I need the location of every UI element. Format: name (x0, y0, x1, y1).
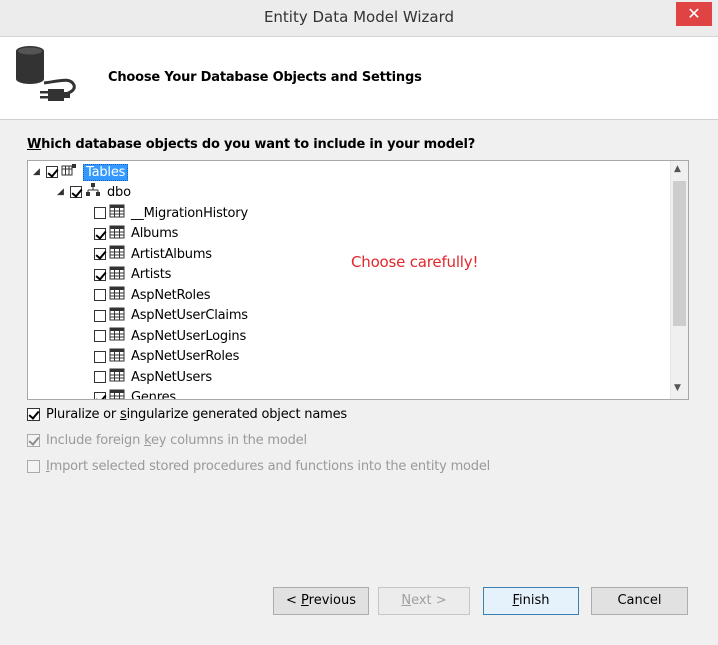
table-checkbox[interactable] (94, 289, 106, 301)
table-label[interactable]: Albums (131, 226, 178, 241)
cancel-button[interactable]: Cancel (591, 587, 688, 615)
close-button[interactable]: ✕ (676, 2, 712, 26)
pluralize-label-pre: Pluralize or (46, 407, 121, 422)
table-checkbox[interactable] (94, 350, 106, 363)
table-checkbox[interactable] (94, 248, 106, 260)
foreign-key-mnemonic: k (144, 433, 151, 448)
tree-item-table[interactable]: AspNetUsers (94, 367, 212, 387)
tree-item-table[interactable]: AspNetUserRoles (94, 347, 239, 367)
wizard-header: Choose Your Database Objects and Setting… (0, 37, 718, 120)
table-icon (109, 245, 125, 263)
table-checkbox[interactable] (94, 268, 106, 281)
tree-item-table[interactable]: AspNetUserClaims (94, 306, 248, 326)
question-mnemonic: W (27, 137, 42, 152)
table-label[interactable]: Genres (131, 390, 176, 399)
table-checkbox[interactable] (94, 330, 106, 342)
previous-prefix: < (286, 593, 302, 608)
close-icon: ✕ (687, 4, 701, 23)
table-label[interactable]: AspNetUsers (131, 370, 212, 385)
table-checkbox[interactable] (94, 371, 106, 383)
foreign-key-option[interactable]: Include foreign key columns in the model (27, 433, 307, 448)
finish-button[interactable]: Finish (483, 587, 579, 615)
table-label[interactable]: ArtistAlbums (131, 247, 212, 262)
table-label[interactable]: AspNetUserClaims (131, 308, 248, 323)
stored-procs-option[interactable]: Import selected stored procedures and fu… (27, 459, 490, 474)
dbo-label[interactable]: dbo (107, 185, 131, 200)
page-title: Choose Your Database Objects and Setting… (108, 70, 422, 85)
title-bar: Entity Data Model Wizard ✕ (0, 0, 718, 37)
foreign-key-checkbox[interactable] (27, 434, 40, 447)
tree-item-table[interactable]: __MigrationHistory (94, 203, 248, 223)
previous-mnemonic: P (301, 593, 309, 608)
table-icon (109, 327, 125, 345)
stored-procs-checkbox[interactable] (27, 460, 40, 473)
finish-rest: inish (519, 593, 550, 608)
table-label[interactable]: AspNetUserRoles (131, 349, 239, 364)
table-label[interactable]: Artists (131, 267, 171, 282)
table-checkbox[interactable] (94, 207, 106, 219)
pluralize-label-post: ingularize generated object names (126, 407, 348, 422)
table-icon (109, 368, 125, 386)
table-icon (109, 389, 125, 399)
question-text: hich database objects do you want to inc… (41, 137, 476, 152)
pluralize-checkbox[interactable] (27, 408, 40, 421)
table-icon (109, 286, 125, 304)
table-label[interactable]: AspNetUserLogins (131, 329, 246, 344)
table-checkbox[interactable] (94, 227, 106, 240)
tree-item-table[interactable]: Genres (94, 388, 176, 399)
table-icon (109, 225, 125, 243)
window-title: Entity Data Model Wizard (263, 8, 455, 26)
tree-question-label: Which database objects do you want to in… (27, 137, 475, 152)
pluralize-label[interactable]: Pluralize or singularize generated objec… (46, 407, 347, 422)
stored-procs-label[interactable]: Import selected stored procedures and fu… (46, 459, 490, 474)
tables-checkbox[interactable] (46, 166, 58, 178)
table-checkbox[interactable] (94, 309, 106, 322)
scroll-thumb[interactable] (673, 181, 686, 326)
scroll-up-icon[interactable]: ▲ (674, 164, 681, 174)
table-label[interactable]: AspNetRoles (131, 288, 211, 303)
database-connector-icon (8, 41, 88, 109)
foreign-key-label-post: ey columns in the model (150, 433, 307, 448)
table-icon (109, 348, 125, 366)
tree-item-table[interactable]: Artists (94, 265, 171, 285)
pluralize-option[interactable]: Pluralize or singularize generated objec… (27, 407, 347, 422)
next-button[interactable]: Next > (378, 587, 470, 615)
table-icon (109, 307, 125, 325)
table-checkbox[interactable] (94, 391, 106, 399)
tree-item-table[interactable]: Albums (94, 224, 178, 244)
foreign-key-label[interactable]: Include foreign key columns in the model (46, 433, 307, 448)
wizard-body: Which database objects do you want to in… (0, 120, 718, 645)
foreign-key-label-pre: Include foreign (46, 433, 145, 448)
table-label[interactable]: __MigrationHistory (131, 206, 248, 221)
tree-node-tables[interactable]: ◢ Tables (33, 162, 129, 182)
stored-procs-label-post: mport selected stored procedures and fun… (49, 459, 491, 474)
collapse-arrow-icon[interactable]: ◢ (57, 187, 67, 197)
collapse-arrow-icon[interactable]: ◢ (33, 167, 43, 177)
tree-item-table[interactable]: ArtistAlbums (94, 244, 212, 264)
tree-scrollbar[interactable]: ▲ ▼ (670, 161, 688, 399)
scroll-down-icon[interactable]: ▼ (674, 383, 681, 393)
annotation-text: Choose carefully! (351, 253, 479, 271)
previous-rest: revious (308, 593, 356, 608)
schema-icon (85, 183, 101, 201)
tree-node-dbo[interactable]: ◢ dbo (57, 182, 131, 202)
database-objects-tree[interactable]: ◢ Tables ◢ dbo __MigrationHistory Albums A… (27, 160, 689, 400)
tables-label[interactable]: Tables (83, 163, 129, 181)
previous-button[interactable]: < Previous (273, 587, 369, 615)
table-icon (109, 204, 125, 222)
tree-item-table[interactable]: AspNetRoles (94, 285, 211, 305)
next-rest: ext > (411, 593, 447, 608)
dbo-checkbox[interactable] (70, 186, 82, 198)
table-icon (109, 266, 125, 284)
next-mnemonic: N (401, 593, 412, 608)
tree-item-table[interactable]: AspNetUserLogins (94, 326, 246, 346)
tables-folder-icon (61, 163, 77, 181)
pluralize-mnemonic: s (120, 407, 127, 422)
